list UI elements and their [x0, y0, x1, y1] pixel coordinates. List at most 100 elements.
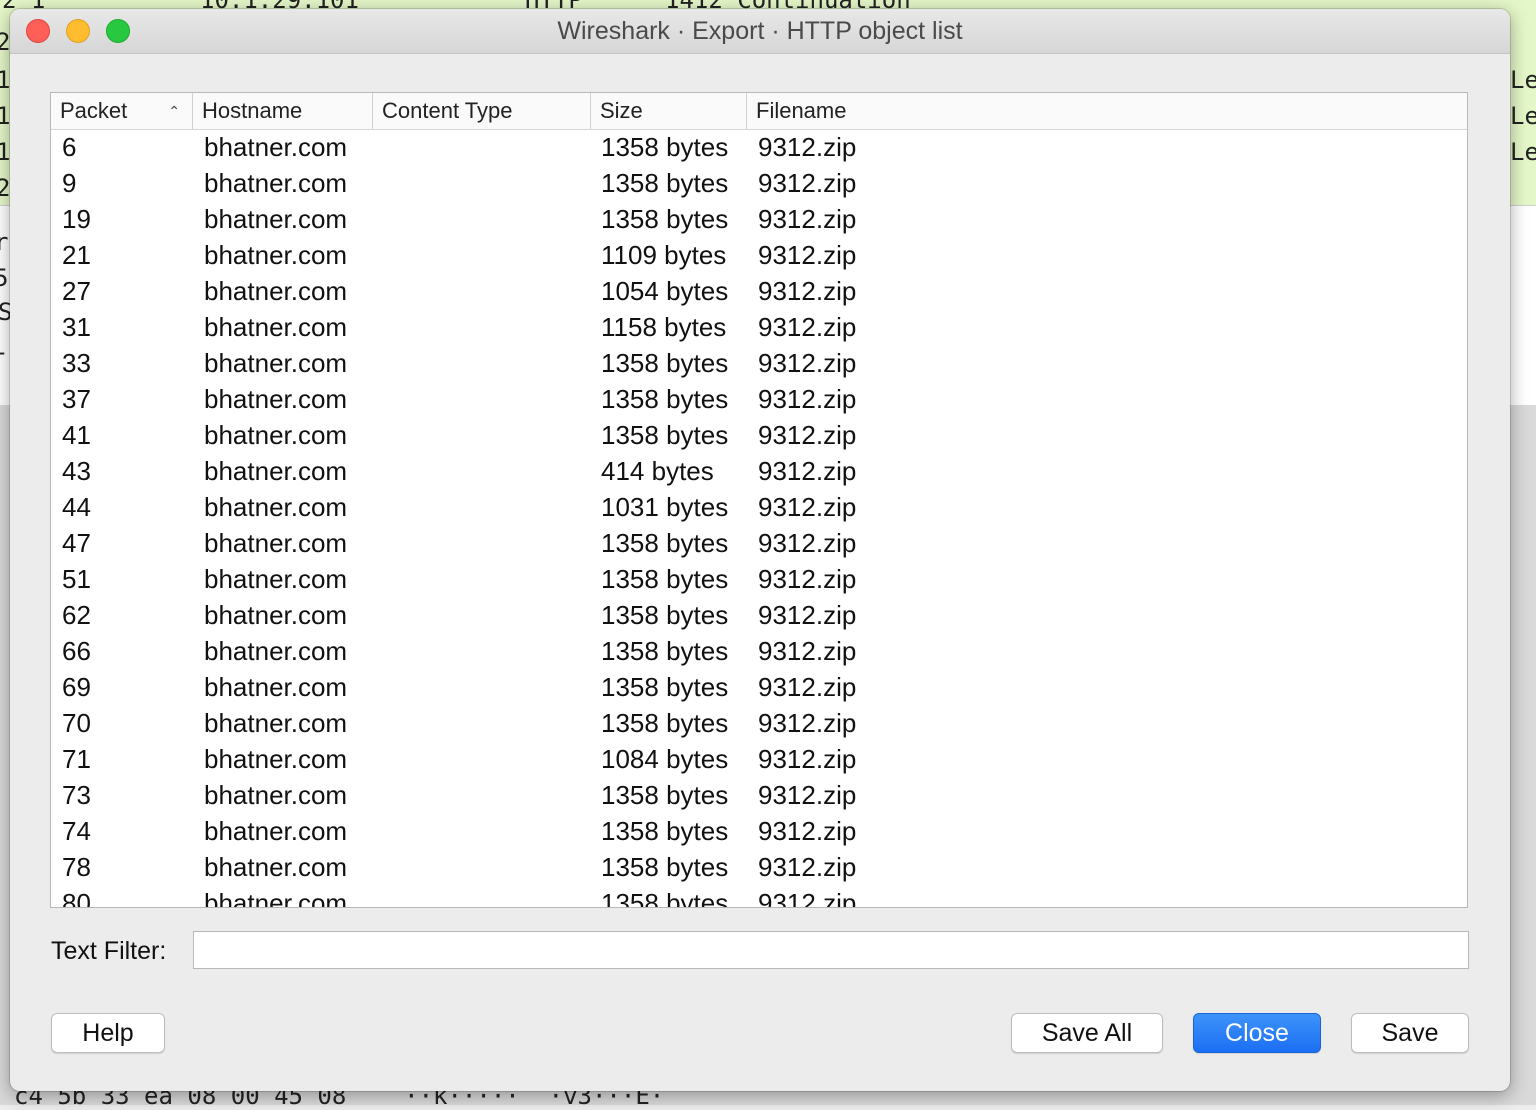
table-row[interactable]: 21 bhatner.com 1109 bytes 9312.zip	[51, 237, 1467, 273]
table-row[interactable]: 43 bhatner.com 414 bytes 9312.zip	[51, 453, 1467, 489]
table-row[interactable]: 37 bhatner.com 1358 bytes 9312.zip	[51, 381, 1467, 417]
table-body[interactable]: 6 bhatner.com 1358 bytes 9312.zip 9 bhatner.c…	[51, 129, 1467, 907]
cell-filename: 9312.zip	[758, 852, 857, 882]
table-row[interactable]: 70 bhatner.com 1358 bytes 9312.zip	[51, 705, 1467, 741]
cell-filename: 9312.zip	[758, 564, 857, 594]
window-title: Wireshark · Export · HTTP object list	[557, 17, 963, 45]
cell-filename: 9312.zip	[758, 456, 857, 486]
cell-filename: 9312.zip	[758, 888, 857, 907]
table-row[interactable]: 71 bhatner.com 1084 bytes 9312.zip	[51, 741, 1467, 777]
cell-hostname: bhatner.com	[204, 708, 348, 738]
save-all-button[interactable]: Save All	[1011, 1013, 1163, 1053]
cell-hostname: bhatner.com	[204, 132, 348, 162]
cell-hostname: bhatner.com	[204, 744, 348, 774]
cell-packet: 62	[62, 600, 91, 630]
table-row[interactable]: 51 bhatner.com 1358 bytes 9312.zip	[51, 561, 1467, 597]
table-row[interactable]: 33 bhatner.com 1358 bytes 9312.zip	[51, 345, 1467, 381]
cell-hostname: bhatner.com	[204, 888, 348, 907]
cell-packet: 33	[62, 348, 91, 378]
column-header-size[interactable]: Size	[591, 93, 747, 129]
cell-packet: 44	[62, 492, 91, 522]
column-header-packet[interactable]: Packet ⌃	[51, 93, 193, 129]
http-object-table: Packet ⌃ Hostname Content Type Size File…	[50, 92, 1468, 908]
table-row[interactable]: 9 bhatner.com 1358 bytes 9312.zip	[51, 165, 1467, 201]
cell-hostname: bhatner.com	[204, 204, 348, 234]
cell-size: 1054 bytes	[601, 276, 729, 306]
cell-hostname: bhatner.com	[204, 816, 348, 846]
cell-filename: 9312.zip	[758, 276, 857, 306]
table-row[interactable]: 47 bhatner.com 1358 bytes 9312.zip	[51, 525, 1467, 561]
cell-packet: 19	[62, 204, 91, 234]
cell-size: 1358 bytes	[601, 204, 729, 234]
column-header-label: Size	[600, 98, 643, 123]
table-row[interactable]: 19 bhatner.com 1358 bytes 9312.zip	[51, 201, 1467, 237]
table-row[interactable]: 44 bhatner.com 1031 bytes 9312.zip	[51, 489, 1467, 525]
table-row[interactable]: 27 bhatner.com 1054 bytes 9312.zip	[51, 273, 1467, 309]
cell-packet: 41	[62, 420, 91, 450]
cell-size: 1358 bytes	[601, 132, 729, 162]
table-row[interactable]: 78 bhatner.com 1358 bytes 9312.zip	[51, 849, 1467, 885]
cell-filename: 9312.zip	[758, 744, 857, 774]
close-button[interactable]: Close	[1193, 1013, 1321, 1053]
cell-hostname: bhatner.com	[204, 564, 348, 594]
cell-size: 1358 bytes	[601, 348, 729, 378]
column-header-label: Hostname	[202, 98, 303, 123]
cell-packet: 74	[62, 816, 91, 846]
title-bar[interactable]: Wireshark · Export · HTTP object list	[10, 9, 1510, 54]
cell-filename: 9312.zip	[758, 600, 857, 630]
table-row[interactable]: 41 bhatner.com 1358 bytes 9312.zip	[51, 417, 1467, 453]
cell-filename: 9312.zip	[758, 528, 857, 558]
cell-size: 1358 bytes	[601, 672, 729, 702]
cell-hostname: bhatner.com	[204, 672, 348, 702]
cell-size: 1358 bytes	[601, 600, 729, 630]
cell-hostname: bhatner.com	[204, 600, 348, 630]
cell-filename: 9312.zip	[758, 240, 857, 270]
column-header-content-type[interactable]: Content Type	[373, 93, 591, 129]
cell-hostname: bhatner.com	[204, 384, 348, 414]
table-row[interactable]: 6 bhatner.com 1358 bytes 9312.zip	[51, 129, 1467, 165]
cell-filename: 9312.zip	[758, 492, 857, 522]
cell-hostname: bhatner.com	[204, 276, 348, 306]
table-row[interactable]: 74 bhatner.com 1358 bytes 9312.zip	[51, 813, 1467, 849]
cell-filename: 9312.zip	[758, 780, 857, 810]
bg-left-fragment: 1	[0, 102, 11, 130]
cell-hostname: bhatner.com	[204, 852, 348, 882]
cell-packet: 9	[62, 168, 77, 198]
table-row[interactable]: 66 bhatner.com 1358 bytes 9312.zip	[51, 633, 1467, 669]
column-header-label: Packet	[60, 98, 128, 123]
cell-hostname: bhatner.com	[204, 492, 348, 522]
save-button[interactable]: Save	[1351, 1013, 1469, 1053]
cell-size: 1358 bytes	[601, 888, 729, 907]
cell-size: 414 bytes	[601, 456, 714, 486]
bg-left-fragment: 1	[0, 66, 11, 94]
cell-filename: 9312.zip	[758, 420, 857, 450]
bg-left-fragment: 1	[0, 138, 11, 166]
table-row[interactable]: 62 bhatner.com 1358 bytes 9312.zip	[51, 597, 1467, 633]
cell-packet: 80	[62, 888, 91, 907]
cell-hostname: bhatner.com	[204, 348, 348, 378]
cell-filename: 9312.zip	[758, 348, 857, 378]
table-row[interactable]: 80 bhatner.com 1358 bytes 9312.zip	[51, 885, 1467, 907]
cell-size: 1031 bytes	[601, 492, 729, 522]
cell-size: 1358 bytes	[601, 420, 729, 450]
cell-packet: 69	[62, 672, 91, 702]
cell-filename: 9312.zip	[758, 708, 857, 738]
help-button[interactable]: Help	[51, 1013, 165, 1053]
cell-packet: 31	[62, 312, 91, 342]
text-filter-input[interactable]	[193, 931, 1469, 969]
cell-packet: 73	[62, 780, 91, 810]
cell-size: 1358 bytes	[601, 528, 729, 558]
cell-filename: 9312.zip	[758, 168, 857, 198]
table-row[interactable]: 69 bhatner.com 1358 bytes 9312.zip	[51, 669, 1467, 705]
column-header-label: Content Type	[382, 98, 513, 123]
cell-packet: 43	[62, 456, 91, 486]
cell-size: 1358 bytes	[601, 564, 729, 594]
cell-size: 1358 bytes	[601, 852, 729, 882]
bg-left-fragment: -	[0, 340, 8, 364]
table-row[interactable]: 73 bhatner.com 1358 bytes 9312.zip	[51, 777, 1467, 813]
column-header-filename[interactable]: Filename	[747, 93, 1467, 129]
table-row[interactable]: 31 bhatner.com 1158 bytes 9312.zip	[51, 309, 1467, 345]
bg-right-fragment: Le	[1510, 102, 1536, 130]
cell-filename: 9312.zip	[758, 204, 857, 234]
column-header-hostname[interactable]: Hostname	[193, 93, 373, 129]
